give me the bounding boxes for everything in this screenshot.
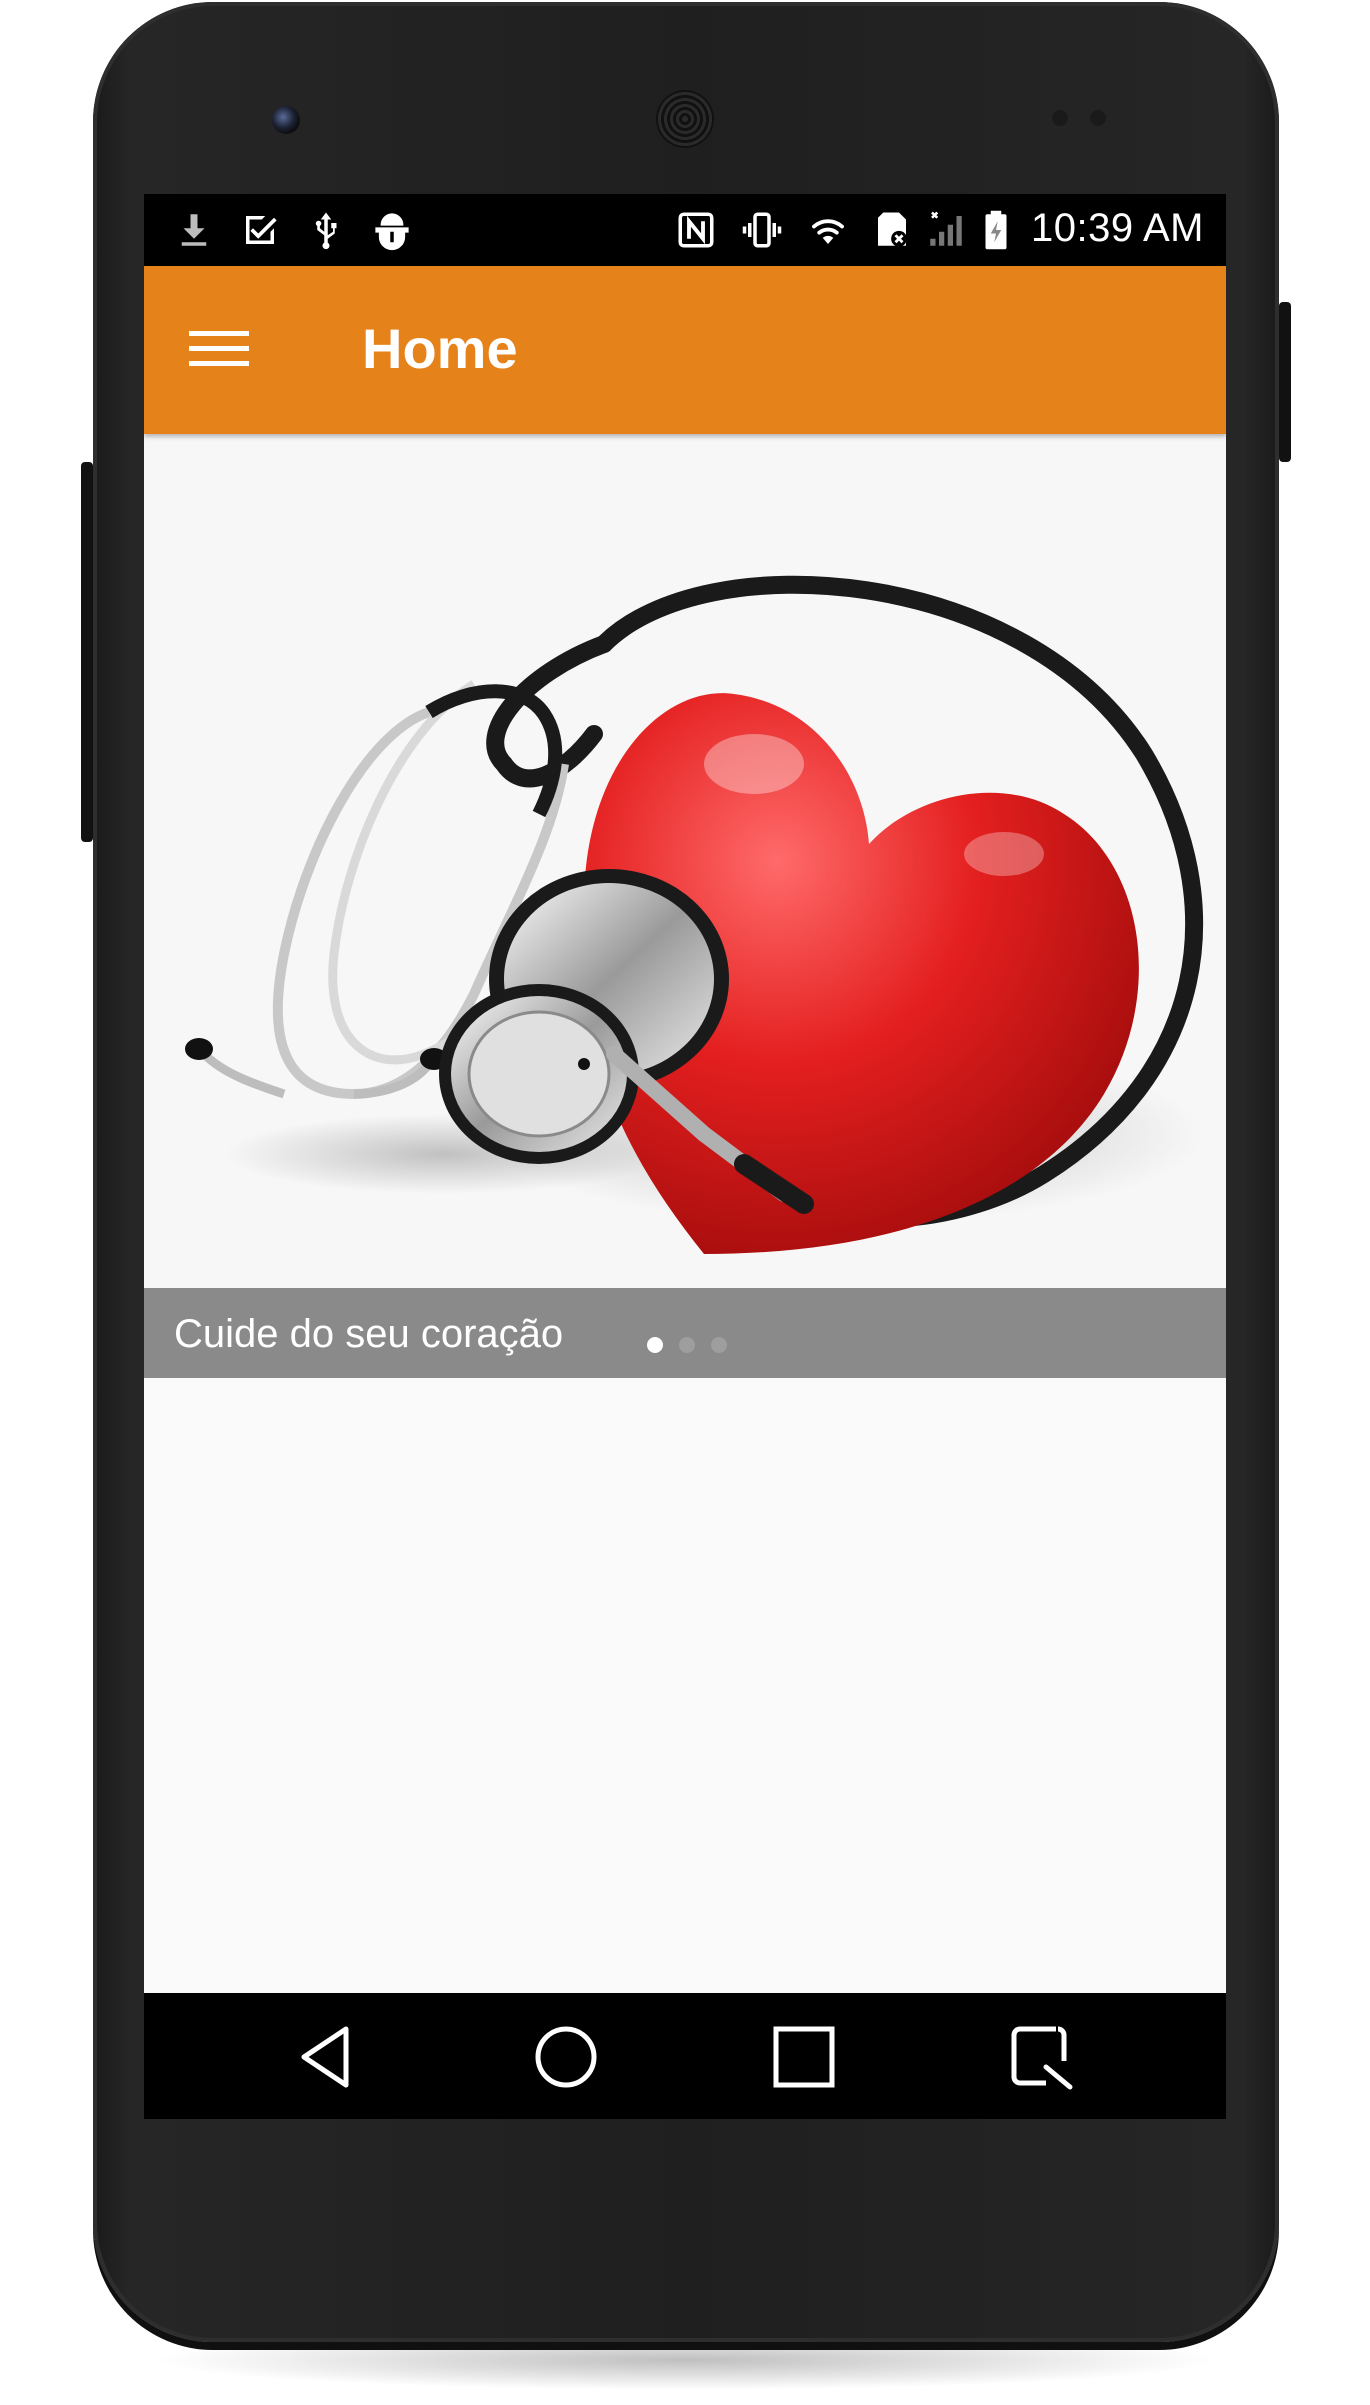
screenshot-icon	[1011, 2026, 1073, 2090]
hamburger-menu-button[interactable]	[184, 314, 254, 384]
app-bar: Home	[144, 266, 1226, 434]
heart-stethoscope-image	[185, 575, 1204, 1254]
vibrate-icon	[740, 208, 784, 252]
hamburger-menu-icon	[189, 331, 249, 366]
navigation-bar	[144, 1993, 1226, 2119]
carousel-dot-1-active[interactable]	[647, 1337, 663, 1353]
recents-icon	[773, 2026, 835, 2088]
android-debug-icon	[370, 208, 414, 252]
screenshot-button[interactable]	[1000, 2015, 1084, 2099]
nfc-icon	[674, 208, 718, 252]
front-camera	[272, 106, 300, 134]
battery-icon	[974, 208, 1018, 252]
back-icon	[301, 2026, 349, 2088]
light-sensor	[1090, 110, 1106, 126]
status-bar: 10:39 AM	[144, 194, 1226, 266]
page-title: Home	[362, 317, 518, 380]
volume-button	[81, 462, 93, 842]
carousel-dot-2[interactable]	[679, 1337, 695, 1353]
usb-icon	[304, 208, 348, 252]
sd-card-icon	[870, 208, 914, 252]
carousel-caption: Cuide do seu coração	[174, 1312, 564, 1356]
download-icon	[172, 208, 216, 252]
power-button	[1279, 302, 1291, 462]
signal-icon	[924, 208, 968, 252]
recents-button[interactable]	[762, 2015, 846, 2099]
home-button[interactable]	[524, 2015, 608, 2099]
proximity-sensor	[1052, 110, 1068, 126]
earpiece-speaker	[656, 90, 714, 148]
carousel-caption-bar: Cuide do seu coração	[144, 1288, 1226, 1378]
content-area	[144, 1378, 1226, 1993]
screen: 10:39 AM Home Cuide do seu coração	[144, 194, 1226, 2119]
wifi-icon	[806, 208, 850, 252]
back-button[interactable]	[284, 2015, 368, 2099]
home-icon	[535, 2026, 597, 2088]
image-carousel[interactable]: Cuide do seu coração	[144, 434, 1226, 1378]
status-clock: 10:39 AM	[1030, 206, 1204, 250]
checkbox-icon	[238, 208, 282, 252]
carousel-dot-3[interactable]	[711, 1337, 727, 1353]
